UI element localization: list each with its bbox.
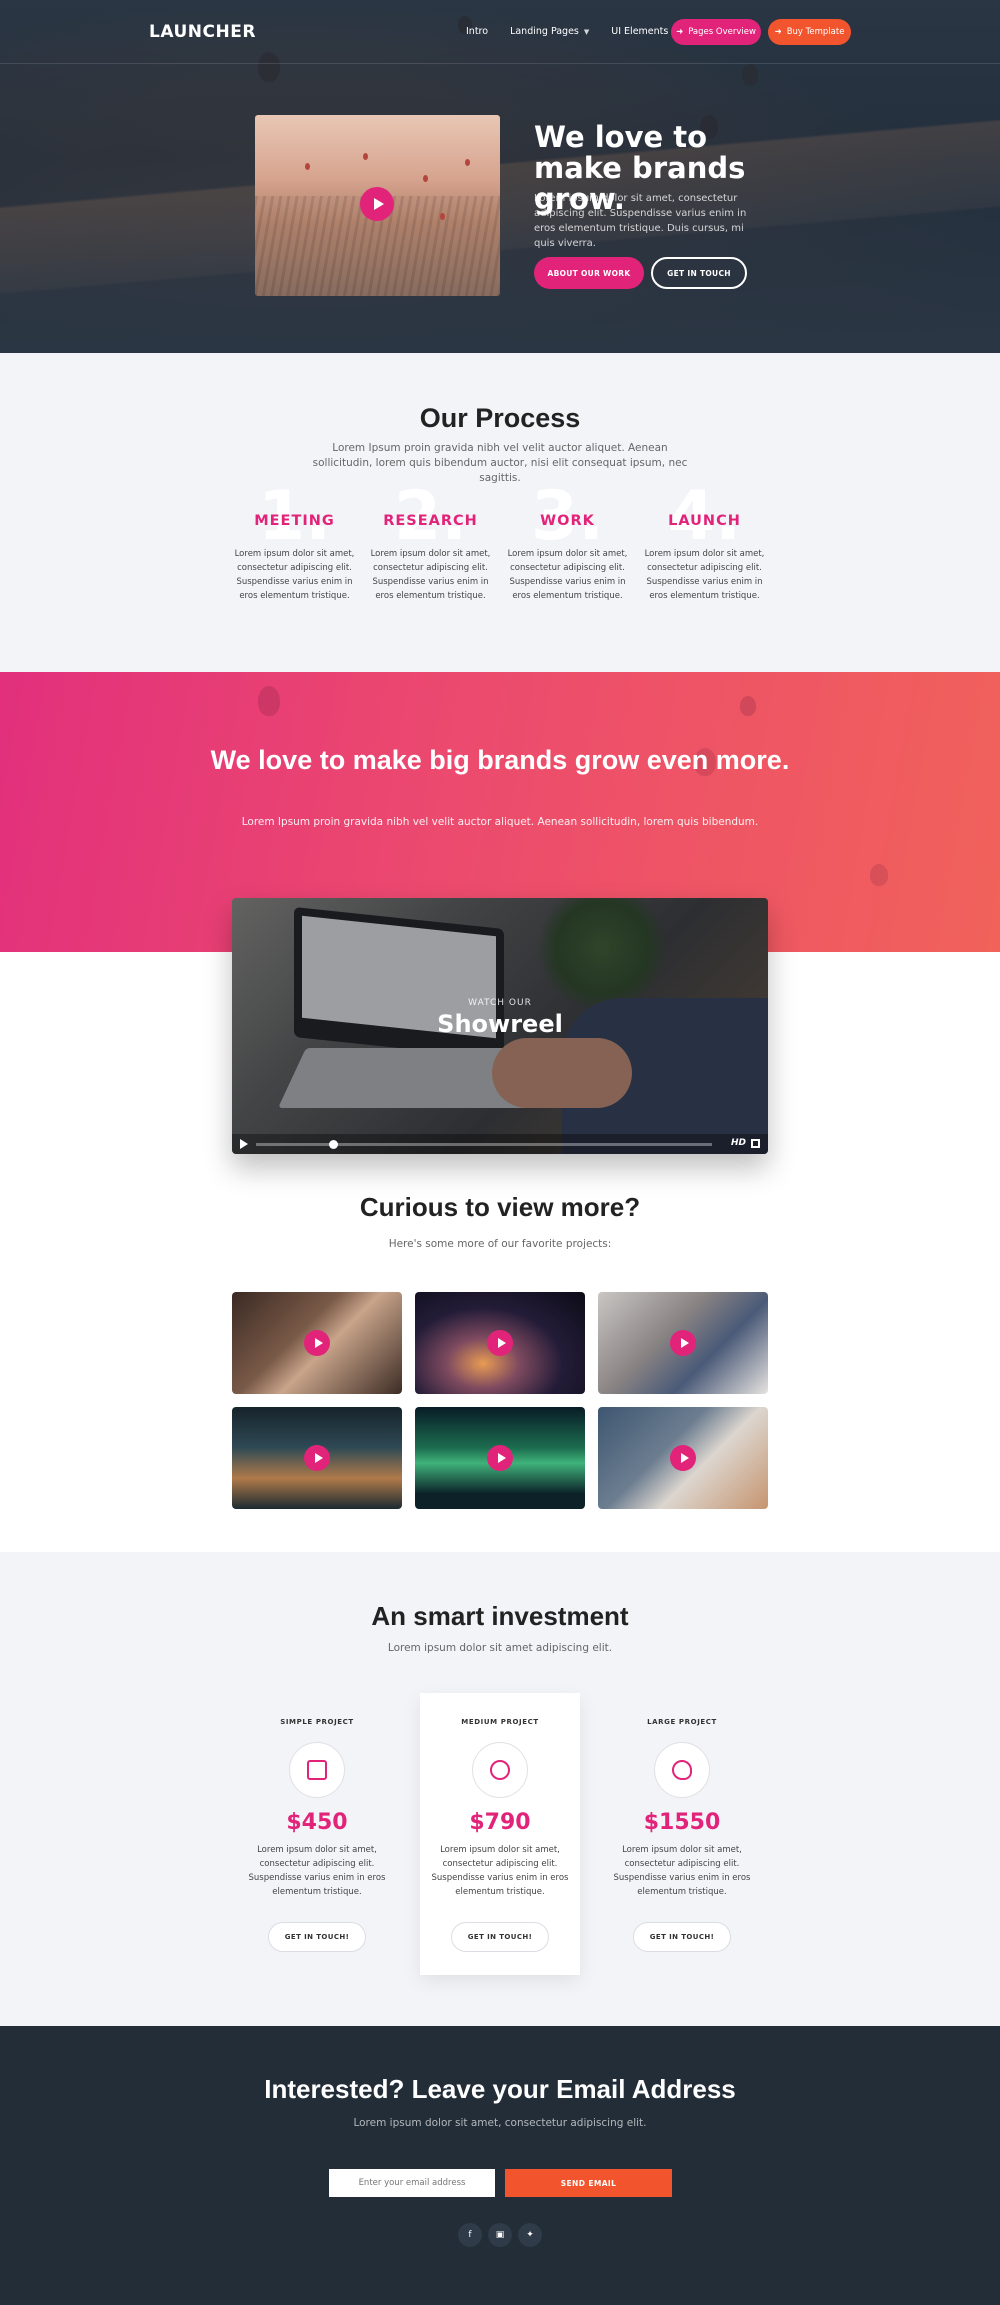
balloon-silhouette — [742, 64, 758, 86]
instagram-icon[interactable]: ▣ — [488, 2223, 512, 2247]
plan-name: MEDIUM PROJECT — [461, 1718, 539, 1726]
showreel-video[interactable]: WATCH OUR Showreel HD — [232, 898, 768, 1154]
step-text: Lorem ipsum dolor sit amet, consectetur … — [644, 549, 765, 601]
nav-link-intro[interactable]: Intro — [466, 26, 488, 37]
email-input[interactable] — [329, 2169, 495, 2197]
progress-knob[interactable] — [328, 1140, 338, 1149]
plan-price: $790 — [469, 1810, 531, 1835]
hd-badge[interactable]: HD — [731, 1138, 746, 1148]
about-our-work-button[interactable]: ABOUT OUR WORK — [534, 257, 644, 289]
facebook-icon[interactable]: f — [458, 2223, 482, 2247]
step-label: WORK — [540, 513, 595, 529]
send-email-button[interactable]: SEND EMAIL — [505, 2169, 672, 2197]
process-step: 3. WORK Lorem ipsum dolor sit amet, cons… — [505, 483, 630, 603]
arrow-right-icon: ➜ — [676, 27, 684, 37]
play-icon[interactable] — [304, 1445, 330, 1471]
twitter-icon[interactable]: ✦ — [518, 2223, 542, 2247]
balloon-image — [305, 163, 310, 170]
balloon-image — [465, 159, 470, 166]
pricing-section: An smart investment Lorem ipsum dolor si… — [0, 1552, 1000, 2026]
step-label: MEETING — [254, 513, 335, 529]
play-icon[interactable] — [304, 1330, 330, 1356]
project-tile[interactable] — [598, 1407, 768, 1509]
pricing-plan: MEDIUM PROJECT $790 Lorem ipsum dolor si… — [420, 1693, 580, 1975]
plan-name: LARGE PROJECT — [647, 1718, 717, 1726]
plan-text: Lorem ipsum dolor sit amet, consectetur … — [613, 1845, 751, 1897]
balloon-silhouette — [740, 696, 756, 716]
section-subtitle: Lorem Ipsum proin gravida nibh vel velit… — [312, 442, 688, 484]
top-navbar: LAUNCHER Intro Landing Pages ▼ UI Element… — [0, 0, 1000, 64]
plan-text: Lorem ipsum dolor sit amet, consectetur … — [248, 1845, 386, 1897]
project-tile[interactable] — [232, 1292, 402, 1394]
chevron-down-icon: ▼ — [583, 27, 590, 36]
nav-link-ui-elements[interactable]: UI Elements▼ — [611, 26, 678, 37]
palette-icon — [654, 1742, 710, 1798]
video-title: Showreel — [437, 1010, 563, 1038]
pages-overview-button[interactable]: ➜ Pages Overview — [671, 19, 761, 45]
video-controls: HD — [232, 1134, 768, 1154]
get-in-touch-button[interactable]: GET IN TOUCH! — [633, 1922, 731, 1952]
hero-background-landscape — [0, 120, 1000, 320]
signup-subtitle: Lorem ipsum dolor sit amet, consectetur … — [353, 2117, 647, 2129]
play-icon[interactable] — [240, 1139, 248, 1149]
brands-subtitle: Lorem Ipsum proin gravida nibh vel velit… — [241, 816, 759, 828]
brands-title: We love to make big brands grow even mor… — [210, 745, 790, 775]
design-icon — [289, 1742, 345, 1798]
step-label: RESEARCH — [383, 513, 478, 529]
buy-template-button[interactable]: ➜ Buy Template — [768, 19, 851, 45]
video-caption: WATCH OUR — [468, 998, 532, 1008]
projects-subtitle: Here's some more of our favorite project… — [388, 1238, 612, 1250]
process-section: Our Process Lorem Ipsum proin gravida ni… — [0, 353, 1000, 672]
section-subtitle: Lorem ipsum dolor sit amet adipiscing el… — [387, 1642, 613, 1654]
plan-name: SIMPLE PROJECT — [280, 1718, 354, 1726]
plan-text: Lorem ipsum dolor sit amet, consectetur … — [431, 1845, 569, 1897]
balloon-image — [423, 175, 428, 182]
get-in-touch-button[interactable]: GET IN TOUCH — [651, 257, 747, 289]
step-text: Lorem ipsum dolor sit amet, consectetur … — [370, 549, 491, 601]
step-text: Lorem ipsum dolor sit amet, consectetur … — [234, 549, 355, 601]
logo[interactable]: LAUNCHER — [149, 22, 256, 42]
section-title: Our Process — [419, 403, 581, 433]
process-step: 4. LAUNCH Lorem ipsum dolor sit amet, co… — [642, 483, 767, 603]
signup-title: Interested? Leave your Email Address — [264, 2074, 736, 2104]
project-tile[interactable] — [415, 1407, 585, 1509]
hero-section: LAUNCHER Intro Landing Pages ▼ UI Element… — [0, 0, 1000, 353]
get-in-touch-button[interactable]: GET IN TOUCH! — [268, 1922, 366, 1952]
balloon-silhouette — [258, 686, 280, 716]
hero-video-thumbnail[interactable] — [255, 115, 500, 296]
arrow-right-icon: ➜ — [774, 27, 782, 37]
plan-price: $450 — [286, 1810, 348, 1835]
video-progress-bar[interactable] — [256, 1140, 712, 1149]
idea-icon — [472, 1742, 528, 1798]
pricing-plan: LARGE PROJECT $1550 Lorem ipsum dolor si… — [602, 1693, 762, 1975]
nav-links: Intro Landing Pages▼ UI Elements▼ — [466, 26, 679, 37]
get-in-touch-button[interactable]: GET IN TOUCH! — [451, 1922, 549, 1952]
fullscreen-icon[interactable] — [751, 1139, 760, 1148]
project-tile[interactable] — [415, 1292, 585, 1394]
projects-grid — [232, 1292, 768, 1509]
email-signup-section: Interested? Leave your Email Address Lor… — [0, 2026, 1000, 2305]
balloon-image — [440, 213, 445, 220]
projects-title: Curious to view more? — [359, 1192, 641, 1222]
showreel-section: WATCH OUR Showreel HD Curious to view mo… — [0, 898, 1000, 1552]
project-tile[interactable] — [598, 1292, 768, 1394]
play-icon[interactable] — [487, 1330, 513, 1356]
process-step: 1. MEETING Lorem ipsum dolor sit amet, c… — [232, 483, 357, 603]
step-label: LAUNCH — [668, 513, 741, 529]
project-tile[interactable] — [232, 1407, 402, 1509]
process-step: 2. RESEARCH Lorem ipsum dolor sit amet, … — [368, 483, 493, 603]
balloon-image — [363, 153, 368, 160]
hero-text: Lorem ipsum dolor sit amet, consectetur … — [534, 193, 747, 249]
nav-link-landing-pages[interactable]: Landing Pages ▼ — [510, 26, 589, 37]
step-text: Lorem ipsum dolor sit amet, consectetur … — [507, 549, 628, 601]
play-icon[interactable] — [670, 1445, 696, 1471]
plan-price: $1550 — [643, 1810, 721, 1835]
play-icon[interactable] — [360, 187, 394, 221]
pricing-plan: SIMPLE PROJECT $450 Lorem ipsum dolor si… — [237, 1693, 397, 1975]
play-icon[interactable] — [487, 1445, 513, 1471]
play-icon[interactable] — [670, 1330, 696, 1356]
balloon-silhouette — [870, 864, 888, 886]
section-title: An smart investment — [371, 1601, 629, 1631]
